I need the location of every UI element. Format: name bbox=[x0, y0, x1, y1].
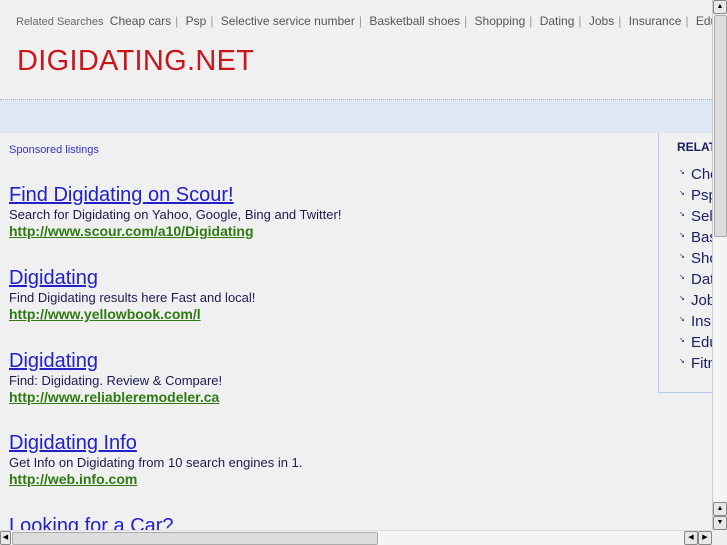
top-link-insurance[interactable]: Insurance bbox=[629, 14, 682, 28]
related-searches-label: Related Searches bbox=[16, 16, 104, 28]
sidebar-item[interactable]: ↘ Sel bbox=[679, 208, 712, 229]
separator: | bbox=[578, 14, 582, 28]
arrow-icon: ↘ bbox=[679, 358, 685, 365]
separator: | bbox=[529, 14, 533, 28]
sidebar-item[interactable]: ↘Edu bbox=[679, 334, 712, 355]
sidebar-item[interactable]: ↘Dat bbox=[679, 271, 712, 292]
arrow-icon: ↘ bbox=[679, 232, 685, 239]
ad-description: Search for Digidating on Yahoo, Google, … bbox=[9, 207, 342, 222]
sidebar-item[interactable]: ↘Sho bbox=[679, 250, 712, 271]
ad-description: Find: Digidating. Review & Compare! bbox=[9, 373, 223, 388]
ad-title-link[interactable]: Digidating bbox=[9, 267, 649, 289]
ad-listing: Digidating Find Digidating results here … bbox=[9, 267, 649, 323]
arrow-icon: ↘ bbox=[679, 295, 685, 302]
top-link-cheap-cars[interactable]: Cheap cars bbox=[110, 14, 171, 28]
ad-url-link[interactable]: http://web.info.com bbox=[9, 471, 649, 488]
arrow-icon: ↘ bbox=[679, 211, 685, 218]
scroll-down-arrow-icon[interactable]: ▼ bbox=[713, 516, 727, 530]
top-link-selective-service[interactable]: Selective service number bbox=[221, 14, 355, 28]
ad-listing: Find Digidating on Scour! Search for Dig… bbox=[9, 184, 649, 240]
sidebar-heading: RELAT bbox=[677, 140, 712, 154]
top-link-psp[interactable]: Psp bbox=[186, 14, 207, 28]
scroll-left-arrow-icon[interactable]: ◀ bbox=[0, 531, 11, 545]
scroll-right-arrow-icon[interactable]: ▶ bbox=[698, 531, 712, 545]
ad-description: Get Info on Digidating from 10 search en… bbox=[9, 455, 303, 470]
sidebar-item[interactable]: ↘Che bbox=[679, 166, 712, 187]
vertical-scrollbar[interactable]: ▲ ▲ ▼ bbox=[712, 0, 727, 530]
site-title: DIGIDATING.NET bbox=[17, 45, 255, 77]
sidebar-item[interactable]: ↘Job bbox=[679, 292, 712, 313]
scroll-up-arrow-icon[interactable]: ▲ bbox=[713, 502, 727, 516]
related-searches-bar: Related Searches Cheap cars | Psp | Select… bbox=[16, 14, 717, 28]
arrow-icon: ↘ bbox=[679, 316, 685, 323]
arrow-icon: ↘ bbox=[679, 190, 685, 197]
ad-listing: Looking for a Car? bbox=[9, 515, 649, 530]
ad-url-link[interactable]: http://www.reliableremodeler.ca bbox=[9, 389, 649, 406]
ad-description: Find Digidating results here Fast and lo… bbox=[9, 290, 256, 305]
ad-title-link[interactable]: Digidating bbox=[9, 350, 649, 372]
separator: | bbox=[464, 14, 468, 28]
header-band bbox=[0, 100, 712, 133]
separator: | bbox=[175, 14, 179, 28]
ad-title-link[interactable]: Looking for a Car? bbox=[9, 515, 649, 530]
scrollbar-corner bbox=[712, 530, 727, 545]
separator: | bbox=[685, 14, 689, 28]
horizontal-scrollbar[interactable]: ◀ ◀ ▶ bbox=[0, 530, 712, 545]
sidebar-item[interactable]: ↘Psp bbox=[679, 187, 712, 208]
sponsored-listings-label: Sponsored listings bbox=[9, 144, 99, 156]
ad-listing: Digidating Find: Digidating. Review & Co… bbox=[9, 350, 649, 406]
related-sidebar: RELAT ↘Che ↘Psp ↘Sel ↘Bas ↘Sho ↘Dat ↘Job… bbox=[658, 133, 712, 393]
top-link-jobs[interactable]: Jobs bbox=[589, 14, 614, 28]
sidebar-item[interactable]: ↘Insu bbox=[679, 313, 712, 334]
sidebar-item[interactable]: ↘Fitn bbox=[679, 355, 712, 376]
horizontal-scroll-thumb[interactable] bbox=[12, 532, 378, 545]
separator: | bbox=[618, 14, 622, 28]
top-link-shopping[interactable]: Shopping bbox=[475, 14, 526, 28]
arrow-icon: ↘ bbox=[679, 274, 685, 281]
separator: | bbox=[358, 14, 362, 28]
top-link-dating[interactable]: Dating bbox=[540, 14, 575, 28]
vertical-scroll-thumb[interactable] bbox=[714, 15, 727, 237]
ad-title-link[interactable]: Digidating Info bbox=[9, 432, 649, 454]
scroll-left-arrow-icon[interactable]: ◀ bbox=[684, 531, 698, 545]
separator: | bbox=[210, 14, 214, 28]
scroll-up-arrow-icon[interactable]: ▲ bbox=[713, 0, 727, 14]
top-link-basketball-shoes[interactable]: Basketball shoes bbox=[369, 14, 460, 28]
ad-listing: Digidating Info Get Info on Digidating f… bbox=[9, 432, 649, 488]
ad-url-link[interactable]: http://www.yellowbook.com/l bbox=[9, 306, 649, 323]
sidebar-item[interactable]: ↘Bas bbox=[679, 229, 712, 250]
arrow-icon: ↘ bbox=[679, 337, 685, 344]
ad-url-link[interactable]: http://www.scour.com/a10/Digidating bbox=[9, 223, 649, 240]
ad-title-link[interactable]: Find Digidating on Scour! bbox=[9, 184, 649, 206]
arrow-icon: ↘ bbox=[679, 169, 685, 176]
arrow-icon: ↘ bbox=[679, 253, 685, 260]
